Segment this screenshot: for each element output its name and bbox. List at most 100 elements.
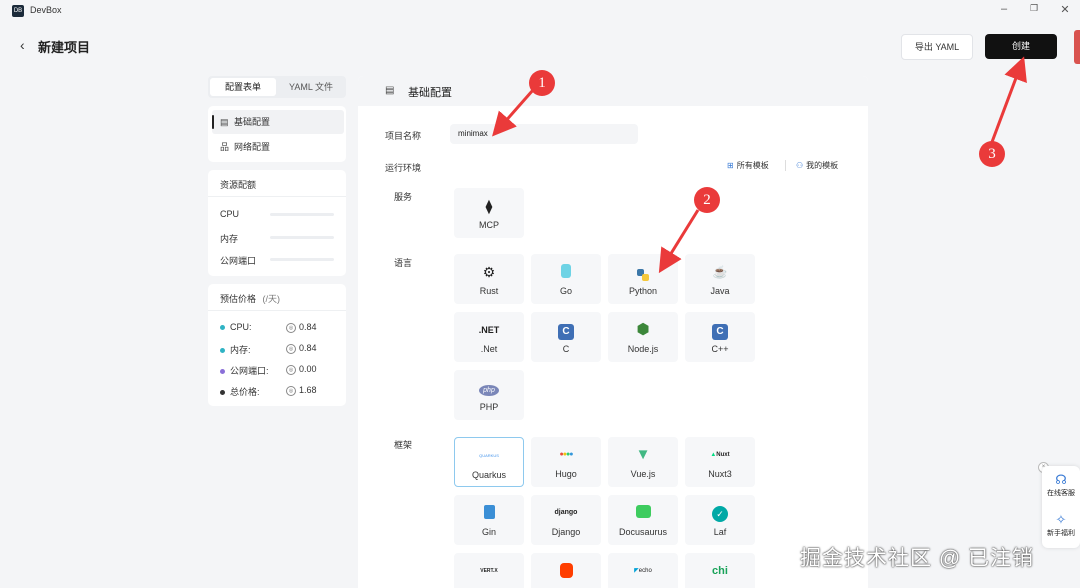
project-name-input[interactable]: minimax: [450, 124, 638, 144]
dotnet-icon: .NET: [478, 325, 500, 335]
price-row-cpu: CPU:: [220, 322, 252, 332]
tile-c[interactable]: C C: [531, 312, 601, 362]
tile-vue[interactable]: ▼ Vue.js: [608, 437, 678, 487]
tile-label: Docusaurus: [618, 527, 668, 537]
tab-config-form[interactable]: 配置表单: [210, 78, 276, 96]
export-yaml-button[interactable]: 导出 YAML: [901, 34, 973, 60]
tile-label: Node.js: [627, 344, 659, 354]
online-service-button[interactable]: ☊ 在线客服: [1042, 472, 1080, 498]
tile-cpp[interactable]: C C++: [685, 312, 755, 362]
quarkus-icon: QUARKUS: [479, 453, 499, 458]
dot-icon: [220, 369, 225, 375]
price-number: 0.84: [299, 343, 317, 353]
vue-icon: ▼: [635, 446, 651, 463]
tile-laf[interactable]: ✓ Laf: [685, 495, 755, 545]
template-icon: ⊞: [727, 161, 734, 170]
tile-echo[interactable]: ◤echo: [608, 553, 678, 588]
sparkle-icon: ✧: [1055, 512, 1067, 527]
c-icon-glyph: C: [558, 324, 574, 340]
price-value-memory: ◎ 0.84: [286, 343, 317, 354]
echo-icon: ◤echo: [634, 568, 652, 574]
tile-nodejs[interactable]: ⬢ Node.js: [608, 312, 678, 362]
price-number: 0.00: [299, 364, 317, 374]
coin-icon: ◎: [286, 343, 296, 354]
price-value-cpu: ◎ 0.84: [286, 322, 317, 333]
price-row-port: 公网端口:: [220, 364, 269, 377]
minimize-icon[interactable]: –: [994, 3, 1014, 15]
back-icon[interactable]: ‹: [20, 37, 25, 53]
python-icon: [608, 264, 678, 281]
user-icon: ⚇: [796, 161, 804, 170]
tile-chi[interactable]: chi: [685, 553, 755, 588]
page-title: 新建项目: [38, 40, 91, 55]
echo-icon-text: echo: [638, 568, 652, 574]
tile-dotnet[interactable]: .NET .Net: [454, 312, 524, 362]
tile-nuxt[interactable]: ▲Nuxt Nuxt3: [685, 437, 755, 487]
tile-label: C: [562, 344, 570, 354]
tile-label: Go: [559, 286, 572, 296]
chi-icon: chi: [712, 565, 728, 577]
tile-vertx[interactable]: VERT.X: [454, 553, 524, 588]
dot-icon: [220, 348, 225, 354]
resource-label-memory: 内存: [220, 234, 239, 244]
tile-label: Vue.js: [630, 469, 656, 479]
php-icon-glyph: php: [479, 385, 499, 396]
cpu-slider[interactable]: [270, 213, 334, 216]
tab-yaml-file[interactable]: YAML 文件: [278, 78, 344, 96]
tile-label: Hugo: [555, 469, 577, 479]
divider: [208, 310, 346, 311]
tile-docusaurus[interactable]: Docusaurus: [608, 495, 678, 545]
tile-python[interactable]: Python: [608, 254, 678, 304]
tile-mcp[interactable]: ⧫ MCP: [454, 188, 524, 238]
restore-icon[interactable]: ❐: [1024, 3, 1044, 14]
category-framework: 框架: [394, 440, 413, 450]
tile-django[interactable]: django Django: [531, 495, 601, 545]
close-icon[interactable]: ✕: [1055, 3, 1075, 16]
network-icon: 品: [220, 142, 230, 152]
tile-java[interactable]: ☕ Java: [685, 254, 755, 304]
price-label: 公网端口:: [230, 366, 269, 376]
tile-label: Java: [710, 286, 730, 296]
divider: [208, 196, 346, 197]
dot-icon: [220, 325, 225, 331]
price-value-total: ◎ 1.68: [286, 385, 317, 396]
tile-label: Django: [551, 527, 581, 537]
port-slider[interactable]: [270, 258, 334, 261]
all-templates-link[interactable]: ⊞ 所有模板: [727, 160, 769, 171]
price-number: 1.68: [299, 385, 317, 395]
price-number: 0.84: [299, 322, 317, 332]
svelte-icon: [531, 563, 601, 582]
memory-slider[interactable]: [270, 236, 334, 239]
create-button[interactable]: 创建: [985, 34, 1057, 59]
resource-label-cpu: CPU: [220, 209, 240, 219]
annotation-marker-3: 3: [979, 141, 1005, 167]
tile-php[interactable]: php PHP: [454, 370, 524, 420]
newbie-benefits-label: 新手福利: [1047, 530, 1075, 537]
tile-gin[interactable]: Gin: [454, 495, 524, 545]
annotation-marker-1: 1: [529, 70, 555, 96]
rust-icon: ⚙: [482, 264, 496, 280]
tile-hugo[interactable]: ●●●● Hugo: [531, 437, 601, 487]
go-icon: [531, 264, 601, 282]
c-icon: C: [531, 322, 601, 340]
mcp-icon: ⧫: [485, 198, 493, 214]
project-name-label: 项目名称: [385, 131, 422, 141]
app-name: DevBox: [30, 5, 62, 15]
tile-svelte[interactable]: [531, 553, 601, 588]
coin-icon: ◎: [286, 385, 296, 396]
title-bar: DB DevBox – ❐ ✕: [0, 0, 1080, 22]
tile-go[interactable]: Go: [531, 254, 601, 304]
divider: [785, 160, 786, 171]
hugo-icon: ●●●●: [559, 451, 574, 458]
nav-network-config[interactable]: 品 网络配置: [212, 135, 344, 159]
nav-basic-config[interactable]: ▤ 基础配置: [212, 110, 344, 134]
tile-quarkus[interactable]: QUARKUS Quarkus: [454, 437, 524, 487]
coin-icon: ◎: [286, 364, 296, 375]
tile-rust[interactable]: ⚙ Rust: [454, 254, 524, 304]
gin-icon: [454, 505, 524, 523]
my-templates-link[interactable]: ⚇ 我的模板: [796, 160, 838, 171]
main-section-title: 基础配置: [408, 87, 452, 99]
resource-label-port: 公网端口: [220, 256, 257, 266]
coin-icon: ◎: [286, 322, 296, 333]
newbie-benefits-button[interactable]: ✧ 新手福利: [1042, 512, 1080, 538]
